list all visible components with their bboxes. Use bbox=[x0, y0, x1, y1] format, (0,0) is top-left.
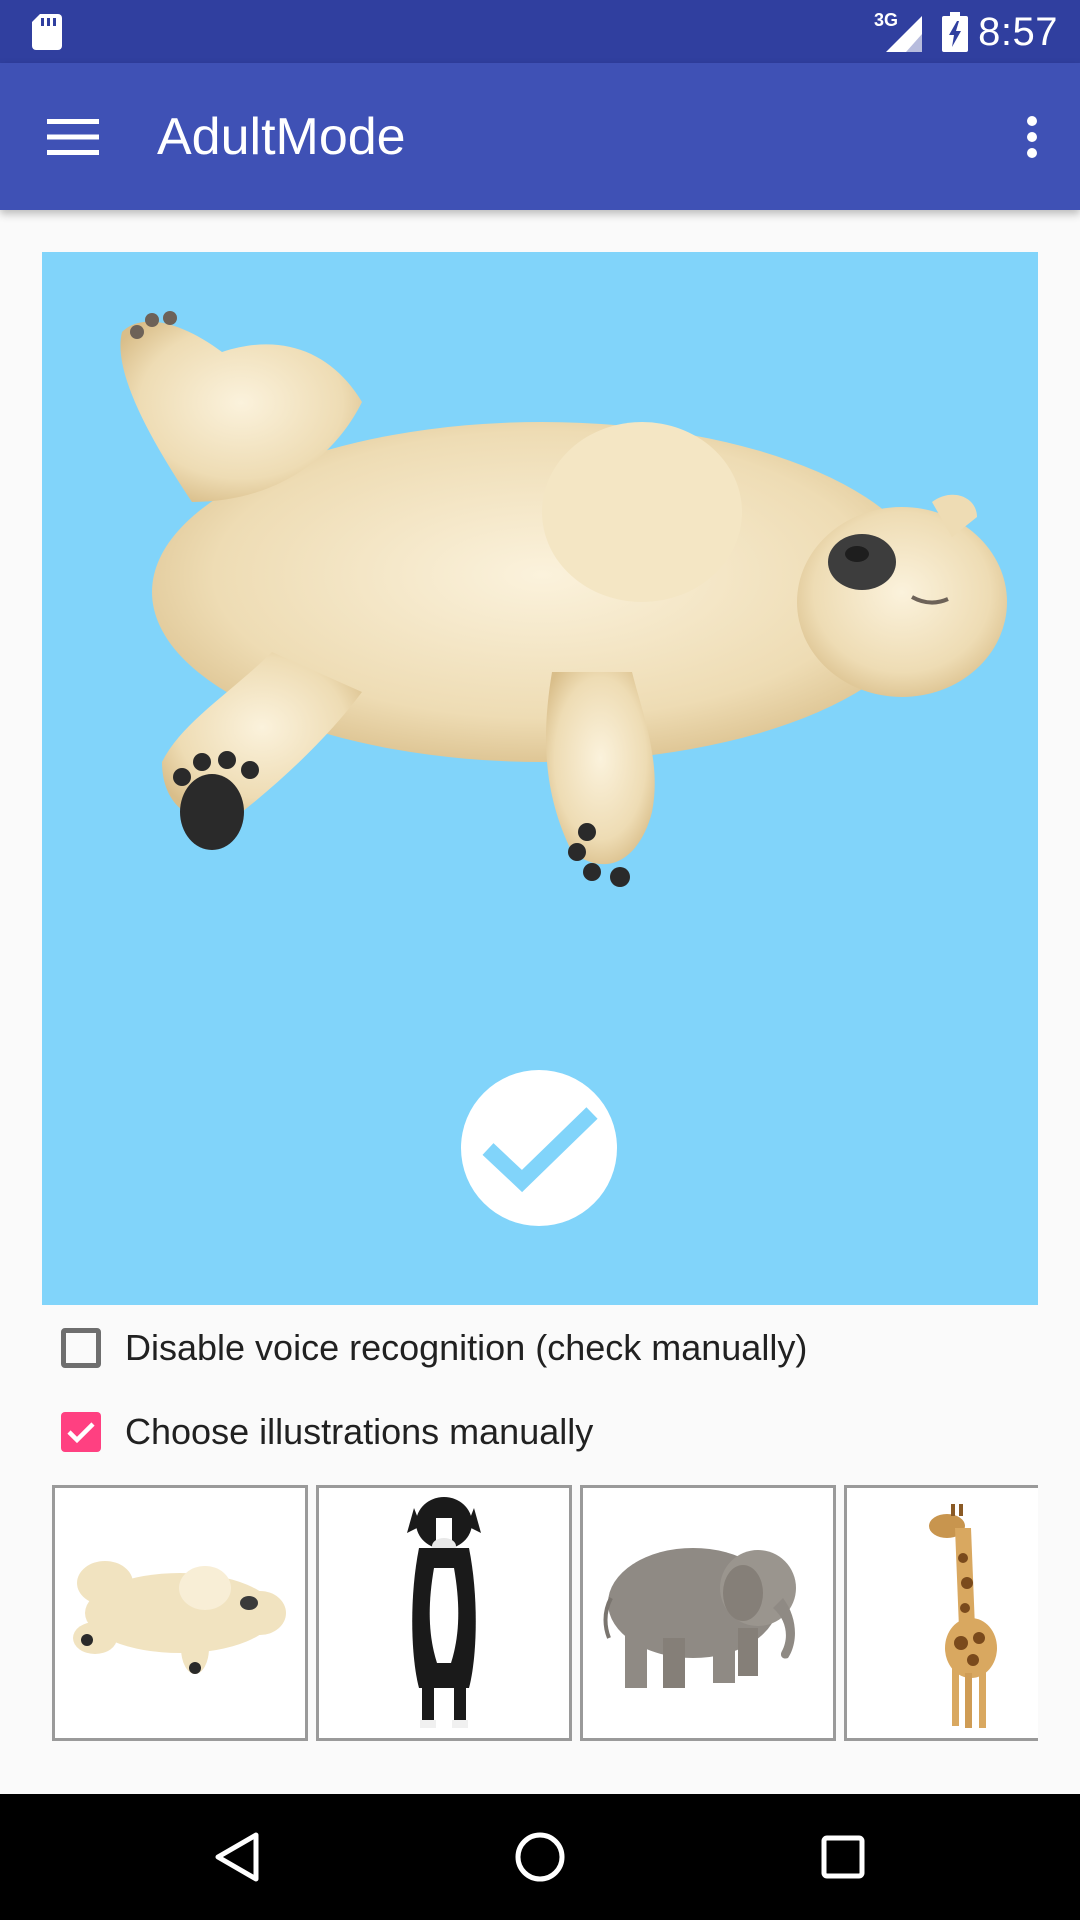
checkmark-circle-icon[interactable] bbox=[460, 1069, 618, 1227]
recents-icon bbox=[821, 1835, 865, 1879]
dog-thumbnail-image bbox=[407, 1497, 481, 1728]
back-icon bbox=[215, 1832, 259, 1882]
thumbnail-elephant[interactable] bbox=[580, 1485, 836, 1741]
clock: 8:57 bbox=[978, 10, 1058, 54]
back-button[interactable] bbox=[192, 1814, 282, 1900]
status-bar: 3G 8:57 bbox=[0, 0, 1080, 63]
choose-illustrations-checkbox[interactable] bbox=[61, 1412, 101, 1452]
polar-bear-thumbnail-image bbox=[73, 1561, 286, 1674]
network-type-label: 3G bbox=[874, 10, 899, 30]
thumbnail-giraffe[interactable] bbox=[844, 1485, 1038, 1741]
choose-illustrations-label: Choose illustrations manually bbox=[125, 1411, 594, 1452]
illustration-thumbnails bbox=[52, 1485, 1038, 1741]
elephant-thumbnail-image bbox=[603, 1548, 796, 1688]
illustration-preview[interactable] bbox=[42, 252, 1038, 1305]
choose-illustrations-option[interactable]: Choose illustrations manually bbox=[58, 1402, 593, 1462]
recents-button[interactable] bbox=[798, 1814, 888, 1900]
navigation-bar bbox=[0, 1794, 1080, 1920]
battery-icon bbox=[942, 12, 968, 52]
disable-voice-label: Disable voice recognition (check manuall… bbox=[125, 1327, 808, 1368]
app-title: AdultMode bbox=[157, 108, 406, 166]
check-icon bbox=[67, 1422, 95, 1444]
menu-icon bbox=[47, 119, 99, 155]
overflow-menu-button[interactable] bbox=[1002, 99, 1062, 175]
overflow-menu-icon bbox=[1027, 116, 1037, 158]
polar-bear-illustration bbox=[120, 311, 1007, 887]
sd-card-icon bbox=[32, 14, 62, 50]
thumbnail-dog[interactable] bbox=[316, 1485, 572, 1741]
menu-button[interactable] bbox=[28, 99, 118, 175]
giraffe-thumbnail-image bbox=[929, 1504, 997, 1728]
home-button[interactable] bbox=[495, 1814, 585, 1900]
disable-voice-checkbox[interactable] bbox=[61, 1328, 101, 1368]
home-icon bbox=[515, 1832, 565, 1882]
disable-voice-option[interactable]: Disable voice recognition (check manuall… bbox=[58, 1318, 807, 1378]
app-bar: AdultMode bbox=[0, 63, 1080, 210]
thumbnail-polar-bear[interactable] bbox=[52, 1485, 308, 1741]
